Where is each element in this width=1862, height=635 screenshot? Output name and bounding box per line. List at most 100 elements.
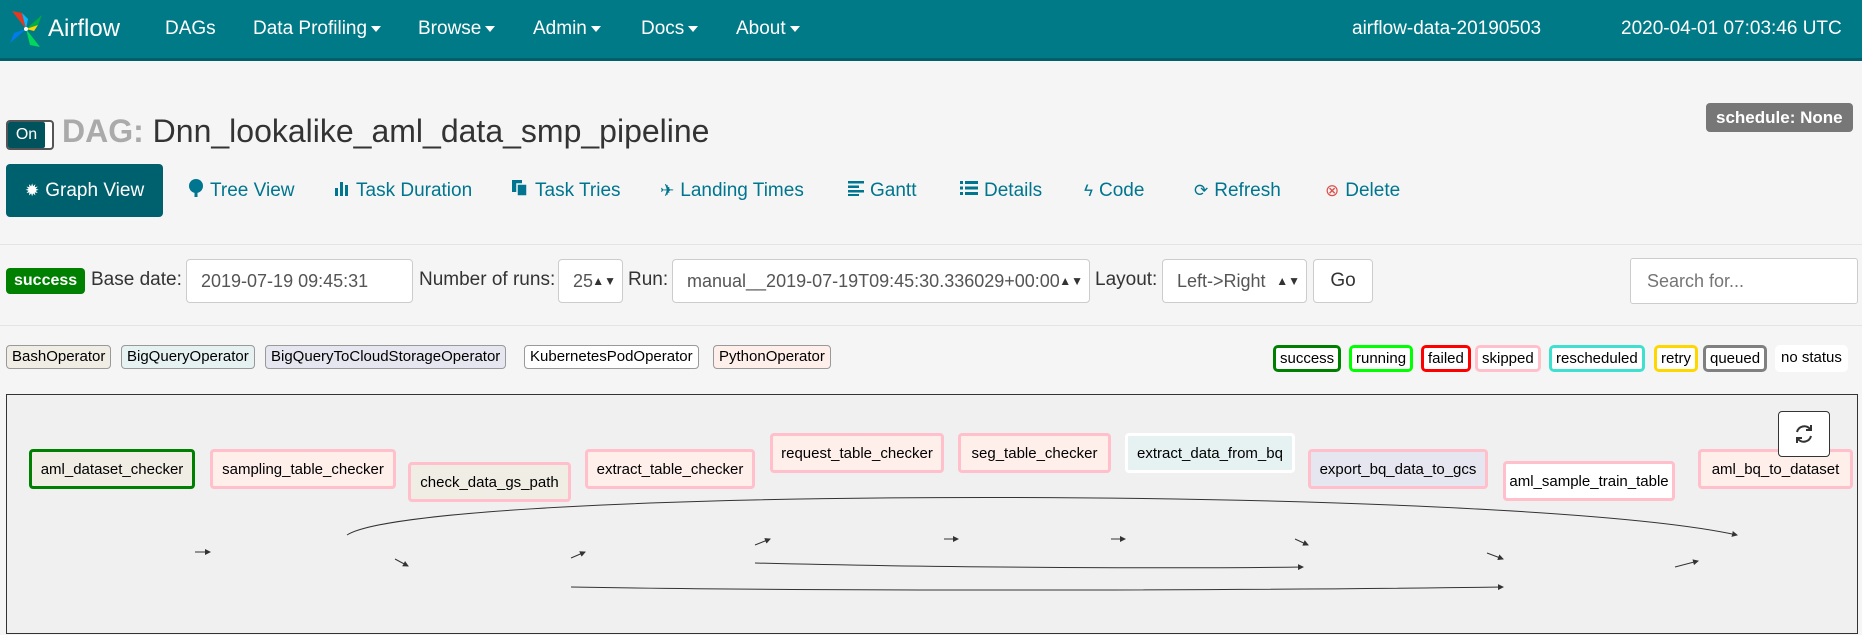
dag-on-off-toggle[interactable]: On (6, 120, 54, 150)
divider (0, 244, 1862, 245)
refresh-icon: ⟳ (1194, 180, 1209, 200)
edge-extract_table_checker-export_bq_data_to_gcs (754, 562, 1304, 571)
caret-down-icon (789, 25, 800, 32)
task-node[interactable]: aml_sample_train_table (1503, 461, 1675, 501)
state-legend-skipped[interactable]: skipped (1475, 345, 1541, 372)
dag-prefix: DAG: (62, 113, 144, 149)
nav-about[interactable]: About (736, 18, 800, 40)
state-legend-rescheduled[interactable]: rescheduled (1549, 345, 1645, 372)
state-legend-success[interactable]: success (1273, 345, 1342, 372)
edge-extract_table_checker-request_table_checker (754, 538, 771, 546)
graph-edges (195, 497, 1738, 591)
airflow-logo-icon (10, 11, 42, 47)
asterisk-icon: ✹ (25, 180, 40, 200)
tab-label: Task Tries (535, 179, 621, 201)
tab-graph-view[interactable]: ✹ Graph View (6, 164, 164, 217)
nav-browse[interactable]: Browse (418, 18, 496, 40)
edge-check_data_gs_path-extract_table_checker (570, 551, 586, 559)
nav-dags[interactable]: DAGs (165, 18, 216, 40)
base-date-input[interactable]: 2019-07-19 09:45:31 (186, 259, 413, 303)
nav-admin[interactable]: Admin (533, 18, 601, 40)
flash-icon: ϟ (1084, 180, 1093, 200)
nav-docs[interactable]: Docs (641, 18, 699, 40)
num-runs-select[interactable]: 25 ▲▼ (558, 259, 623, 303)
align-left-icon (848, 180, 864, 201)
state-legend-retry[interactable]: retry (1654, 345, 1698, 372)
task-node[interactable]: export_bq_data_to_gcs (1308, 449, 1488, 489)
tab-details[interactable]: Details (960, 164, 1042, 217)
go-button[interactable]: Go (1313, 259, 1373, 303)
task-node[interactable]: extract_data_from_bq (1125, 433, 1295, 473)
layout-value: Left->Right (1177, 271, 1266, 291)
tab-label: Task Duration (356, 179, 473, 201)
base-date-value: 2019-07-19 09:45:31 (201, 271, 369, 291)
divider (0, 325, 1862, 326)
run-select[interactable]: manual__2019-07-19T09:45:30.336029+00:00… (672, 259, 1090, 303)
tab-label: Tree View (210, 179, 295, 201)
task-node[interactable]: request_table_checker (770, 433, 944, 473)
caret-down-icon (590, 25, 601, 32)
task-node-label: check_data_gs_path (420, 473, 559, 491)
task-node-label: seg_table_checker (971, 444, 1098, 462)
page-title: DAG: Dnn_lookalike_aml_data_smp_pipeline (62, 113, 709, 150)
dag-state-badge: success (6, 268, 86, 294)
duplicate-icon (511, 179, 529, 202)
nav-docs-label: Docs (641, 18, 685, 39)
layout-label: Layout: (1095, 269, 1158, 290)
top-navbar: Airflow DAGs Data Profiling Browse Admin… (0, 0, 1862, 61)
state-legend-failed[interactable]: failed (1421, 345, 1471, 372)
task-node[interactable]: check_data_gs_path (408, 462, 571, 502)
task-node[interactable]: extract_table_checker (585, 449, 755, 489)
tab-landing-times[interactable]: ✈ Landing Times (660, 164, 804, 217)
nav-data-profiling[interactable]: Data Profiling (253, 18, 382, 40)
run-label: Run: (628, 269, 669, 290)
base-date-label: Base date: (91, 269, 182, 290)
edge-sampling_table_checker-check_data_gs_path (394, 558, 409, 567)
dag-graph-canvas[interactable]: aml_dataset_checker sampling_table_check… (6, 394, 1858, 634)
refresh-icon (1796, 425, 1812, 443)
state-legend-running[interactable]: running (1349, 345, 1414, 372)
graph-refresh-button[interactable] (1778, 411, 1830, 457)
tab-gantt[interactable]: Gantt (848, 164, 916, 217)
tab-task-duration[interactable]: Task Duration (334, 164, 472, 217)
tab-tree-view[interactable]: Tree View (188, 164, 294, 217)
select-arrows-icon: ▲▼ (592, 274, 616, 288)
schedule-badge: schedule: None (1706, 103, 1853, 132)
task-node[interactable]: aml_bq_to_dataset (1698, 449, 1853, 489)
tab-code[interactable]: ϟ Code (1084, 164, 1144, 217)
nav-admin-label: Admin (533, 18, 587, 39)
tab-delete[interactable]: ⊗ Delete (1325, 164, 1400, 217)
utc-clock: 2020-04-01 07:03:46 UTC (1621, 18, 1842, 39)
tab-refresh[interactable]: ⟳ Refresh (1194, 164, 1281, 217)
state-legend-no-status[interactable]: no status (1775, 345, 1848, 372)
layout-select[interactable]: Left->Right ▲▼ (1162, 259, 1307, 303)
tab-label: Graph View (45, 179, 145, 201)
task-node-label: extract_table_checker (596, 460, 744, 478)
select-arrows-icon: ▲▼ (1276, 274, 1300, 288)
task-node-label: export_bq_data_to_gcs (1319, 460, 1477, 478)
num-runs-label: Number of runs: (419, 269, 556, 290)
hostname: airflow-data-20190503 (1352, 18, 1542, 39)
run-value: manual__2019-07-19T09:45:30.336029+00:00 (687, 271, 1060, 291)
num-runs-value: 25 (573, 271, 594, 291)
edge-extract_data_from_bq-export_bq_data_to_gcs (1294, 538, 1309, 546)
operator-legend-bigquery: BigQueryOperator (121, 345, 255, 369)
tab-label: Details (984, 179, 1043, 201)
search-input[interactable] (1630, 258, 1858, 304)
tab-task-tries[interactable]: Task Tries (511, 164, 621, 217)
tab-label: Gantt (870, 179, 917, 201)
airflow-brand[interactable]: Airflow (8, 6, 120, 52)
tab-label: Delete (1345, 179, 1401, 201)
edge-sampling_table_checker-aml_bq_to_dataset (346, 497, 1738, 537)
task-node[interactable]: seg_table_checker (958, 433, 1111, 473)
task-node-label: request_table_checker (781, 444, 933, 462)
task-node[interactable]: sampling_table_checker (210, 449, 396, 489)
task-node-label: extract_data_from_bq (1137, 444, 1283, 462)
operator-legend-kubernetes: KubernetesPodOperator (524, 345, 699, 369)
state-legend-queued[interactable]: queued (1703, 345, 1768, 372)
dag-name: Dnn_lookalike_aml_data_smp_pipeline (152, 113, 710, 149)
list-icon (960, 180, 978, 201)
remove-circle-icon: ⊗ (1325, 180, 1340, 200)
task-node[interactable]: aml_dataset_checker (29, 449, 195, 489)
task-node-label: aml_sample_train_table (1509, 472, 1669, 490)
